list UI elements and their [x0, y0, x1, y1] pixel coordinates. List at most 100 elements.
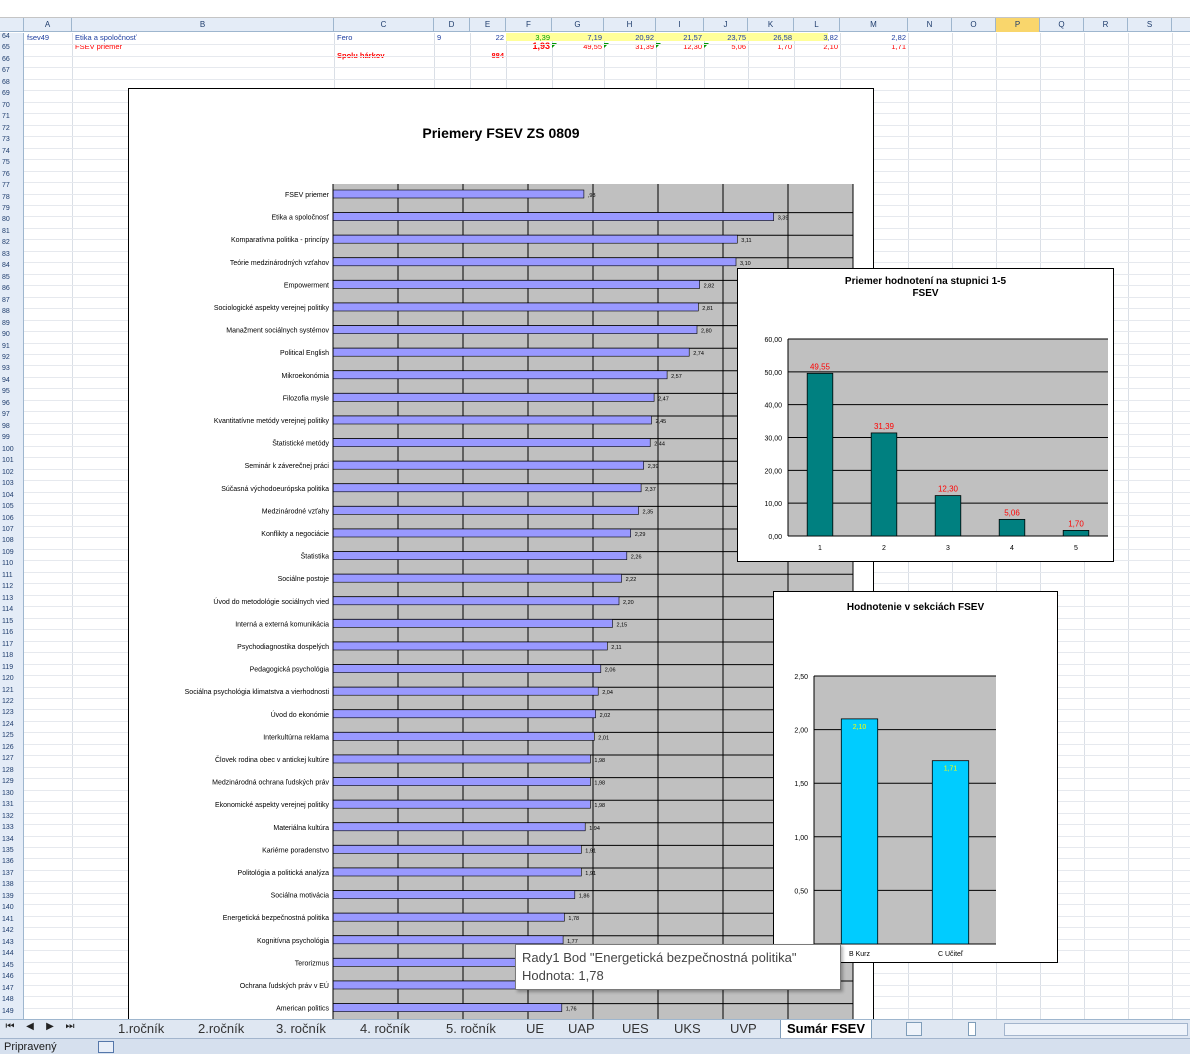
- tab-1-rocnik[interactable]: 1.ročník: [112, 1020, 170, 1039]
- row-header[interactable]: 137: [0, 870, 23, 877]
- column-header[interactable]: F: [506, 18, 552, 32]
- row-header[interactable]: 71: [0, 113, 23, 120]
- cell-f65[interactable]: 1,93: [506, 42, 550, 51]
- row-header[interactable]: 140: [0, 904, 23, 911]
- tab-3-rocnik[interactable]: 3. ročník: [270, 1020, 332, 1039]
- row-header[interactable]: 139: [0, 893, 23, 900]
- column-header[interactable]: B: [72, 18, 334, 32]
- row-header[interactable]: 67: [0, 67, 23, 74]
- row-header[interactable]: 116: [0, 629, 23, 636]
- row-header[interactable]: 130: [0, 790, 23, 797]
- row-header[interactable]: 127: [0, 755, 23, 762]
- row-header[interactable]: 110: [0, 560, 23, 567]
- column-header[interactable]: H: [604, 18, 656, 32]
- cell-m65[interactable]: 1,71: [840, 42, 906, 51]
- cell-m64[interactable]: 2,82: [840, 33, 906, 42]
- row-header[interactable]: 94: [0, 377, 23, 384]
- row-header[interactable]: 145: [0, 962, 23, 969]
- select-all-corner[interactable]: [0, 18, 24, 32]
- tab-uvp[interactable]: UVP: [724, 1020, 763, 1039]
- row-header[interactable]: 98: [0, 423, 23, 430]
- row-header[interactable]: 99: [0, 434, 23, 441]
- cell-j65[interactable]: 5,06: [704, 42, 746, 51]
- row-header[interactable]: 89: [0, 320, 23, 327]
- row-header[interactable]: 135: [0, 847, 23, 854]
- column-header[interactable]: D: [434, 18, 470, 32]
- tab-uks[interactable]: UKS: [668, 1020, 707, 1039]
- row-header[interactable]: 77: [0, 182, 23, 189]
- row-header[interactable]: 125: [0, 732, 23, 739]
- row-header[interactable]: 118: [0, 652, 23, 659]
- row-header[interactable]: 79: [0, 205, 23, 212]
- row-header[interactable]: 104: [0, 492, 23, 499]
- row-header[interactable]: 143: [0, 939, 23, 946]
- tab-sumar-fsev[interactable]: Sumár FSEV: [780, 1020, 873, 1039]
- column-header[interactable]: A: [24, 18, 72, 32]
- row-header[interactable]: 93: [0, 365, 23, 372]
- row-header[interactable]: 115: [0, 618, 23, 625]
- row-header[interactable]: 122: [0, 698, 23, 705]
- row-header[interactable]: 108: [0, 537, 23, 544]
- column-header[interactable]: S: [1128, 18, 1172, 32]
- row-header[interactable]: 114: [0, 606, 23, 613]
- row-header[interactable]: 123: [0, 709, 23, 716]
- horizontal-scrollbar[interactable]: [1004, 1023, 1188, 1036]
- chart-priemer-hodnoteni[interactable]: Priemer hodnotení na stupnici 1-5 FSEV 0…: [737, 268, 1114, 562]
- row-header[interactable]: 112: [0, 583, 23, 590]
- row-header[interactable]: 70: [0, 102, 23, 109]
- cell-k65[interactable]: 1,70: [748, 42, 792, 51]
- row-header[interactable]: 75: [0, 159, 23, 166]
- next-sheet-button[interactable]: ▶: [44, 1021, 56, 1032]
- insert-sheet-icon[interactable]: [906, 1022, 922, 1036]
- row-header[interactable]: 133: [0, 824, 23, 831]
- row-header[interactable]: 138: [0, 881, 23, 888]
- row-header[interactable]: 144: [0, 950, 23, 957]
- row-header[interactable]: 65: [0, 44, 23, 51]
- row-header[interactable]: 90: [0, 331, 23, 338]
- cell-b64[interactable]: Etika a spoločnosť: [75, 33, 137, 42]
- row-header[interactable]: 88: [0, 308, 23, 315]
- cell-l65[interactable]: 2,10: [794, 42, 838, 51]
- cell-i64[interactable]: 21,57: [656, 33, 702, 42]
- first-sheet-button[interactable]: ⏮: [4, 1021, 16, 1032]
- chart-hodnotenie-sekcie[interactable]: Hodnotenie v sekciách FSEV 0,50 1,00 1,50 2…: [773, 591, 1058, 963]
- row-header[interactable]: 74: [0, 148, 23, 155]
- column-header[interactable]: R: [1084, 18, 1128, 32]
- row-header[interactable]: 105: [0, 503, 23, 510]
- cell-b65[interactable]: FSEV priemer: [75, 42, 122, 51]
- row-header[interactable]: 102: [0, 469, 23, 476]
- column-header[interactable]: E: [470, 18, 506, 32]
- row-header[interactable]: 91: [0, 343, 23, 350]
- cell-d64[interactable]: 9: [437, 33, 441, 42]
- tab-4-rocnik[interactable]: 4. ročník: [354, 1020, 416, 1039]
- row-header[interactable]: 147: [0, 985, 23, 992]
- row-header[interactable]: 73: [0, 136, 23, 143]
- row-header[interactable]: 128: [0, 767, 23, 774]
- row-header[interactable]: 68: [0, 79, 23, 86]
- row-header[interactable]: 100: [0, 446, 23, 453]
- row-header[interactable]: 113: [0, 595, 23, 602]
- cell-l64[interactable]: 3,82: [794, 33, 838, 42]
- row-header[interactable]: 121: [0, 687, 23, 694]
- row-header[interactable]: 83: [0, 251, 23, 258]
- row-header[interactable]: 64: [0, 33, 23, 40]
- row-header[interactable]: 76: [0, 171, 23, 178]
- cell-c64[interactable]: Fero: [337, 33, 352, 42]
- row-header[interactable]: 95: [0, 388, 23, 395]
- row-header[interactable]: 84: [0, 262, 23, 269]
- cell-h65[interactable]: 31,39: [604, 42, 654, 51]
- row-header[interactable]: 80: [0, 216, 23, 223]
- column-header[interactable]: K: [748, 18, 794, 32]
- column-header[interactable]: M: [840, 18, 908, 32]
- cell-a64[interactable]: fsev49: [27, 33, 49, 42]
- last-sheet-button[interactable]: ⏭: [64, 1021, 76, 1032]
- row-header[interactable]: 129: [0, 778, 23, 785]
- row-header[interactable]: 132: [0, 813, 23, 820]
- row-header[interactable]: 126: [0, 744, 23, 751]
- column-header[interactable]: G: [552, 18, 604, 32]
- row-header[interactable]: 141: [0, 916, 23, 923]
- row-header[interactable]: 72: [0, 125, 23, 132]
- row-header[interactable]: 134: [0, 836, 23, 843]
- column-header-selected[interactable]: P: [996, 18, 1040, 32]
- column-header[interactable]: Q: [1040, 18, 1084, 32]
